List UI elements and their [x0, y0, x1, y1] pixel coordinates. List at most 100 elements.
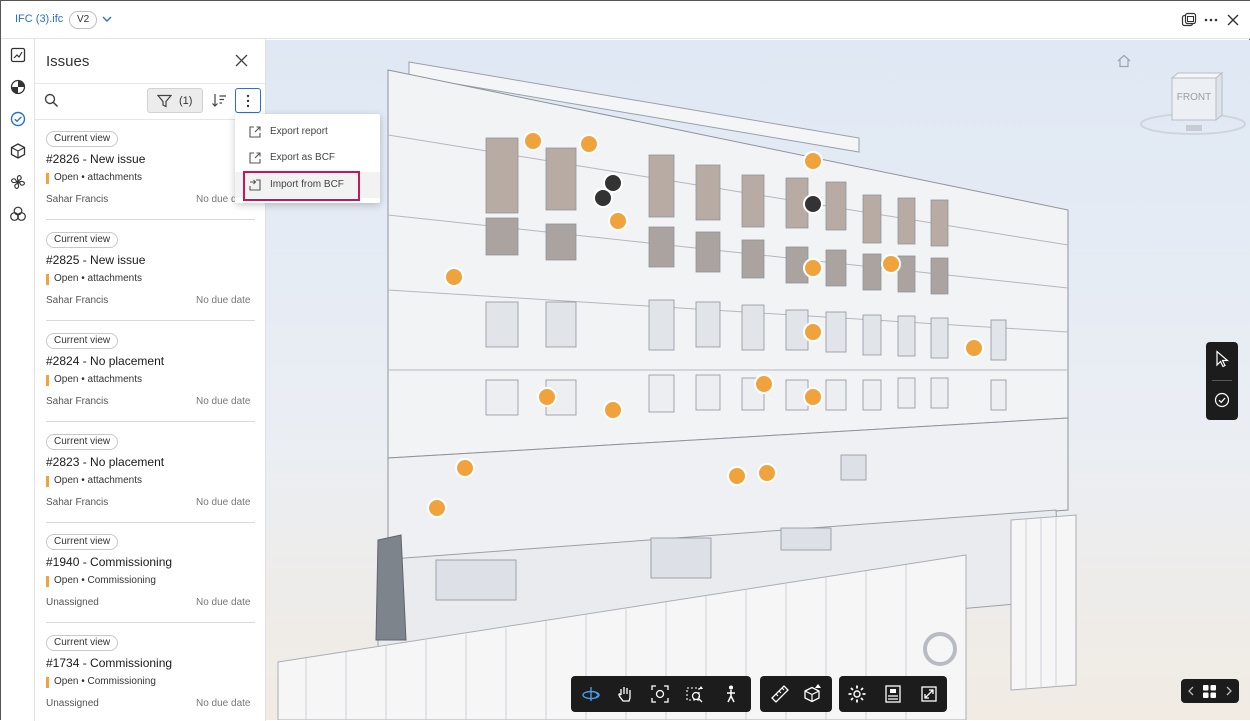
- export-icon: [249, 126, 261, 138]
- chevron-down-icon[interactable]: [101, 13, 113, 25]
- issue-due-date: No due date: [196, 698, 251, 709]
- file-name[interactable]: IFC (3).ifc: [15, 13, 63, 25]
- pan-hand-icon[interactable]: [615, 684, 635, 704]
- search-icon[interactable]: [44, 93, 59, 108]
- select-cursor-icon[interactable]: [1214, 350, 1230, 368]
- app-window: IFC (3).ifc V2 Issues (1) Current view #…: [0, 0, 1250, 721]
- menu-item-export-bcf[interactable]: Export as BCF: [235, 145, 380, 171]
- filter-button[interactable]: (1): [147, 88, 203, 113]
- viewcube-graphic: [1140, 71, 1246, 135]
- measure-ruler-icon[interactable]: [770, 684, 790, 704]
- panel-title: Issues: [46, 53, 90, 70]
- more-vertical-icon: [246, 94, 250, 108]
- models-icon[interactable]: [9, 78, 27, 96]
- grid-view-icon[interactable]: [1202, 684, 1217, 699]
- divider: [35, 83, 265, 84]
- issue-card[interactable]: Current view #2824 - No placement Open •…: [46, 322, 255, 422]
- issues-icon[interactable]: [9, 110, 27, 128]
- viewcube-face-label: FRONT: [1176, 92, 1212, 103]
- menu-item-export-report[interactable]: Export report: [235, 119, 380, 145]
- issue-card[interactable]: Current view #2826 - New issue Open • at…: [46, 120, 255, 220]
- status-indicator: [46, 476, 49, 487]
- issue-status: Open • Commissioning: [54, 676, 156, 687]
- issue-status: Open • attachments: [54, 374, 142, 385]
- issue-title: #1940 - Commissioning: [46, 555, 173, 569]
- view-switcher: [1181, 679, 1239, 703]
- issue-status: Open • Commissioning: [54, 575, 156, 586]
- fit-view-icon[interactable]: [650, 684, 670, 704]
- model-viewer[interactable]: FRONT: [266, 40, 1250, 720]
- issue-title: #2824 - No placement: [46, 354, 165, 368]
- left-rail: [1, 39, 35, 721]
- issue-assignee: Sahar Francis: [46, 194, 109, 205]
- current-view-chip: Current view: [46, 131, 119, 147]
- settings-toolbar: [839, 676, 947, 712]
- issue-assignee: Sahar Francis: [46, 396, 109, 407]
- more-options-menu: Export report Export as BCF Import from …: [235, 114, 380, 203]
- close-icon[interactable]: [235, 54, 248, 67]
- objects-icon[interactable]: [9, 142, 27, 160]
- issue-title: #1734 - Commissioning: [46, 656, 173, 670]
- issue-due-date: No due date: [196, 597, 251, 608]
- navigation-toolbar: [571, 676, 751, 712]
- current-view-chip: Current view: [46, 333, 119, 349]
- current-view-chip: Current view: [46, 635, 119, 651]
- side-toolbar: [1206, 342, 1238, 420]
- issue-status: Open • attachments: [54, 273, 142, 284]
- collab-icon[interactable]: [9, 205, 27, 223]
- issue-status: Open • attachments: [54, 475, 142, 486]
- issue-title: #2826 - New issue: [46, 152, 146, 166]
- pinwheel-icon[interactable]: [9, 173, 27, 191]
- orbit-icon[interactable]: [581, 684, 601, 704]
- issue-status: Open • attachments: [54, 172, 142, 183]
- version-badge[interactable]: V2: [69, 11, 98, 29]
- fullscreen-icon[interactable]: [919, 684, 939, 704]
- issue-assignee: Sahar Francis: [46, 295, 109, 306]
- current-view-chip: Current view: [46, 434, 119, 450]
- chevron-left-icon[interactable]: [1187, 686, 1195, 696]
- issue-title: #2823 - No placement: [46, 455, 165, 469]
- sort-icon[interactable]: [211, 92, 227, 108]
- current-view-chip: Current view: [46, 534, 119, 550]
- issue-assignee: Sahar Francis: [46, 497, 109, 508]
- more-options-button[interactable]: [235, 88, 261, 113]
- status-indicator: [46, 677, 49, 688]
- home-icon[interactable]: [1116, 53, 1132, 69]
- section-box-icon[interactable]: [802, 684, 822, 704]
- menu-item-label: Export as BCF: [270, 152, 336, 163]
- status-indicator: [46, 173, 49, 184]
- header-bar: IFC (3).ifc V2: [1, 1, 1250, 39]
- filter-count: (1): [179, 95, 193, 107]
- measure-toolbar: [760, 676, 832, 712]
- issue-title: #2825 - New issue: [46, 253, 146, 267]
- issue-card[interactable]: Current view #1940 - Commissioning Open …: [46, 523, 255, 623]
- compare-icon[interactable]: [1181, 12, 1197, 28]
- export-icon: [249, 152, 261, 164]
- status-indicator: [46, 375, 49, 386]
- chevron-right-icon[interactable]: [1225, 686, 1233, 696]
- more-icon[interactable]: [1203, 12, 1219, 28]
- close-icon[interactable]: [1225, 12, 1241, 28]
- issue-due-date: No due date: [196, 295, 251, 306]
- zoom-window-icon[interactable]: [685, 684, 705, 704]
- issue-card[interactable]: Current view #2823 - No placement Open •…: [46, 423, 255, 523]
- properties-panel-icon[interactable]: [883, 684, 903, 704]
- issue-due-date: No due date: [196, 497, 251, 508]
- filter-icon: [157, 94, 172, 108]
- issues-panel: Issues (1) Current view #2826 - New issu…: [35, 39, 266, 721]
- viewcube[interactable]: FRONT: [1138, 70, 1248, 140]
- menu-item-label: Export report: [270, 126, 328, 137]
- issue-assignee: Unassigned: [46, 597, 99, 608]
- issue-assignee: Unassigned: [46, 698, 99, 709]
- issue-card[interactable]: Current view #1734 - Commissioning Open …: [46, 624, 255, 721]
- issue-check-icon[interactable]: [1214, 392, 1230, 408]
- first-person-icon[interactable]: [721, 684, 741, 704]
- issue-card[interactable]: Current view #2825 - New issue Open • at…: [46, 221, 255, 321]
- issue-due-date: No due date: [196, 396, 251, 407]
- status-indicator: [46, 274, 49, 285]
- status-indicator: [46, 576, 49, 587]
- settings-gear-icon[interactable]: [847, 684, 867, 704]
- sheets-icon[interactable]: [9, 46, 27, 64]
- highlight-frame: [243, 171, 360, 201]
- building-model[interactable]: [266, 40, 1250, 720]
